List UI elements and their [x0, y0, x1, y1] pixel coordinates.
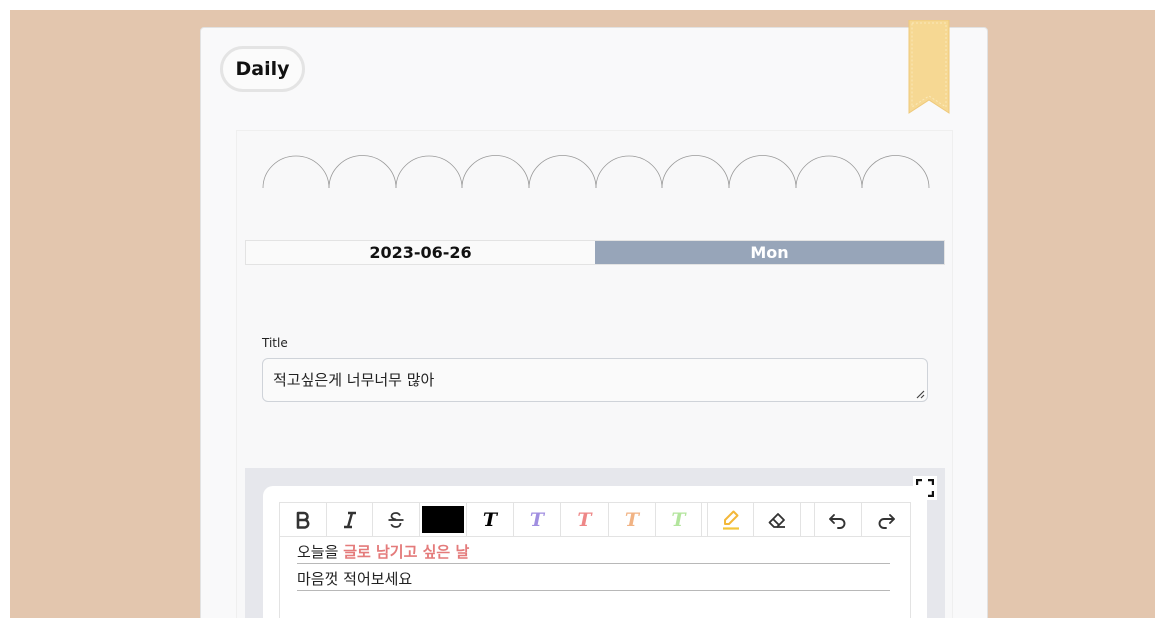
page-background: Daily 2023-06-26 Mon Title 적고싶은게 너무너무 많아…	[10, 10, 1155, 618]
editor-line: 오늘을 글로 남기고 싶은 날	[297, 537, 890, 564]
editor-line: 마음껏 적어보세요	[297, 564, 890, 591]
text-red-button[interactable]: T	[561, 503, 609, 536]
date-value[interactable]: 2023-06-26	[246, 241, 595, 264]
text-color-t-icon: T	[482, 508, 498, 531]
highlighter-icon	[722, 510, 739, 530]
redo-button[interactable]	[862, 503, 909, 536]
text-color-t-icon: T	[624, 508, 640, 531]
editor-content[interactable]: 오늘을 글로 남기고 싶은 날 마음껏 적어보세요	[279, 537, 911, 618]
editor-card: T T T T T 오늘을 글로 남기고 싶은 날 마음껏 적어보세요	[263, 486, 927, 618]
undo-button[interactable]	[815, 503, 862, 536]
line1-prefix: 오늘을	[297, 543, 339, 561]
title-input[interactable]: 적고싶은게 너무너무 많아	[262, 358, 928, 402]
bold-icon	[296, 511, 310, 529]
highlight-button[interactable]	[708, 503, 754, 536]
toolbar-separator	[801, 503, 815, 536]
line1-highlight: 글로 남기고 싶은 날	[343, 543, 470, 561]
scallop-decoration	[262, 155, 930, 189]
text-color-t-icon: T	[671, 508, 686, 531]
daily-tab-button[interactable]: Daily	[220, 46, 305, 92]
italic-button[interactable]	[327, 503, 373, 536]
text-orange-button[interactable]: T	[609, 503, 656, 536]
text-color-t-icon: T	[577, 508, 592, 531]
strikethrough-icon	[388, 511, 404, 528]
day-of-week: Mon	[595, 241, 944, 264]
undo-icon	[829, 513, 846, 529]
text-color-t-icon: T	[529, 508, 545, 531]
diary-card: Daily 2023-06-26 Mon Title 적고싶은게 너무너무 많아…	[200, 20, 988, 618]
title-input-value: 적고싶은게 너무너무 많아	[273, 371, 435, 389]
redo-icon	[878, 513, 895, 529]
bold-button[interactable]	[280, 503, 327, 536]
text-black-button[interactable]: T	[467, 503, 514, 536]
line2-text: 마음껏 적어보세요	[297, 570, 413, 588]
resize-handle-icon[interactable]	[915, 389, 925, 399]
text-purple-button[interactable]: T	[514, 503, 561, 536]
eraser-icon	[768, 512, 785, 528]
editor-toolbar: T T T T T	[279, 502, 911, 537]
text-green-button[interactable]: T	[656, 503, 702, 536]
daily-tab-label: Daily	[235, 58, 290, 80]
color-swatch-black	[422, 506, 464, 533]
text-color-swatch[interactable]	[420, 503, 467, 536]
italic-icon	[343, 511, 356, 528]
title-label: Title	[262, 336, 288, 350]
date-row: 2023-06-26 Mon	[245, 240, 945, 265]
editor-area: T T T T T 오늘을 글로 남기고 싶은 날 마음껏 적어보세요	[245, 468, 945, 618]
diary-page: 2023-06-26 Mon Title 적고싶은게 너무너무 많아 T T T…	[236, 130, 953, 618]
strikethrough-button[interactable]	[373, 503, 420, 536]
eraser-button[interactable]	[754, 503, 801, 536]
bookmark-ribbon-icon	[908, 20, 950, 114]
